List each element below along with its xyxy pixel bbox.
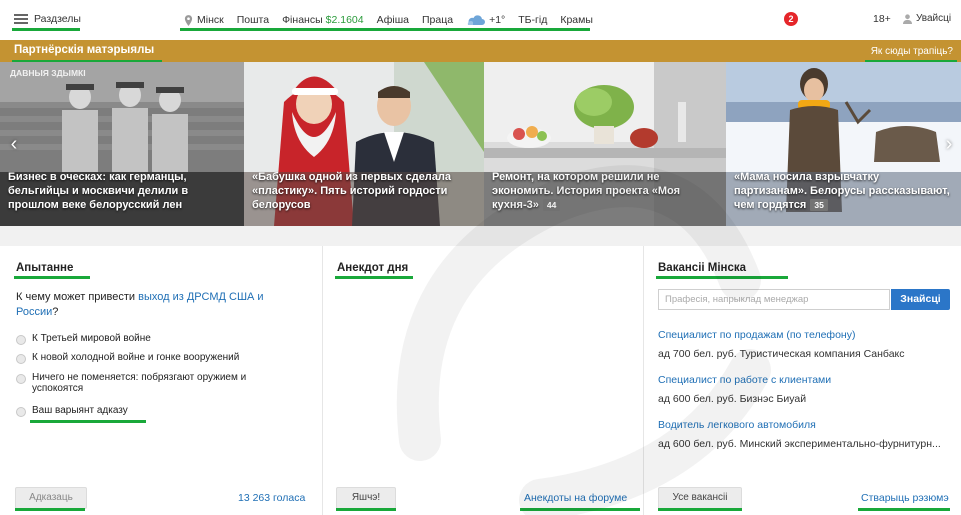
- jobs-title: Вакансіі Мінска: [658, 262, 747, 274]
- slide-2-caption-text: «Бабушка одной из первых сделала «пласти…: [252, 171, 452, 211]
- slide-3[interactable]: Ремонт, на котором решили не экономить. …: [484, 62, 726, 226]
- all-jobs-button[interactable]: Усе вакансіі: [658, 487, 742, 509]
- slide-1-caption: Бизнес в оческах: как германцы, бельгийц…: [8, 170, 234, 212]
- job-item-title[interactable]: Водитель легкового автомобиля: [658, 419, 816, 431]
- job-item-info: ад 700 бел. руб. Туристическая компания …: [658, 348, 905, 360]
- poll-option-label: К Третьей мировой войне: [32, 333, 151, 344]
- slide-4-caption: «Мама носила взрывчатку партизанам». Бел…: [734, 170, 951, 212]
- poll-option-underline: [30, 420, 146, 423]
- jobs-title-underline: [656, 276, 788, 279]
- poll-option-label: К новой холодной войне и гонке вооружени…: [32, 352, 240, 363]
- section-separator: [0, 226, 961, 246]
- create-resume-link[interactable]: Стварыць рэзюмэ: [861, 492, 949, 504]
- hamburger-icon: [14, 14, 28, 24]
- all-jobs-button-underline: [658, 508, 742, 511]
- slide-4-caption-text: «Мама носила взрывчатку партизанам». Бел…: [734, 171, 950, 211]
- job-search-button[interactable]: Знайсці: [891, 289, 950, 310]
- sections-menu-button[interactable]: Раздзелы: [14, 13, 81, 25]
- login-label: Увайсці: [916, 13, 952, 24]
- slide-1-top-text: ДАВНЫЯ ЗДЫМКІ: [10, 68, 86, 78]
- menu-underline: [12, 28, 80, 31]
- joke-title: Анекдот дня: [337, 262, 409, 274]
- nav-item-finance-label: Фінансы: [282, 14, 323, 26]
- slide-3-caption-text: Ремонт, на котором решили не экономить. …: [492, 171, 681, 211]
- radio-button[interactable]: [16, 335, 26, 345]
- slide-1[interactable]: ДАВНЫЯ ЗДЫМКІ Бизнес в оческах: как герм…: [0, 62, 244, 226]
- slider-prev-arrow-icon[interactable]: ‹: [6, 132, 22, 156]
- poll-title: Апытанне: [16, 262, 74, 274]
- job-item-title[interactable]: Специалист по продажам (по телефону): [658, 329, 855, 341]
- radio-button[interactable]: [16, 354, 26, 364]
- nav-item-city-label: Мінск: [197, 14, 224, 26]
- how-to-get-here-link[interactable]: Як сюды трапіць?: [871, 46, 953, 57]
- poll-question-suffix: ?: [52, 306, 59, 318]
- answer-button-underline: [15, 508, 85, 511]
- slide-2[interactable]: «Бабушка одной из первых сделала «пласти…: [244, 62, 484, 226]
- user-icon: [903, 13, 912, 24]
- jokes-forum-underline: [520, 508, 640, 511]
- nav-item-finance[interactable]: Фінансы $2.1604: [282, 14, 364, 26]
- nav-item-mail[interactable]: Пошта: [237, 14, 269, 26]
- nav-item-city[interactable]: Мінск: [184, 14, 224, 26]
- nav-item-shops[interactable]: Крамы: [560, 14, 593, 26]
- create-resume-underline: [858, 508, 950, 511]
- top-navigation: Мінск Пошта Фінансы $2.1604 Афіша Праца …: [184, 14, 606, 26]
- job-item-info: ад 600 бел. руб. Минский экспериментальн…: [658, 438, 941, 450]
- joke-title-underline: [335, 276, 413, 279]
- votes-count[interactable]: 13 263 голаса: [238, 492, 305, 504]
- slider-next-arrow-icon[interactable]: ›: [941, 132, 957, 156]
- nav-item-weather[interactable]: +1°: [466, 14, 505, 26]
- column-divider: [643, 246, 644, 515]
- slide-3-comments-badge: 44: [542, 199, 561, 211]
- nav-underline: [180, 28, 590, 31]
- jokes-forum-link[interactable]: Анекдоты на форуме: [524, 492, 627, 504]
- location-pin-icon: [184, 14, 193, 26]
- poll-question-prefix: К чему может привести: [16, 291, 139, 303]
- poll-option-2[interactable]: К новой холодной войне и гонке вооружени…: [16, 352, 239, 364]
- poll-option-label: Ваш варыянт адказу: [32, 405, 128, 416]
- poll-question: К чему может привести выход из ДРСМД США…: [16, 290, 306, 320]
- nav-item-weather-label: +1°: [489, 14, 506, 26]
- slide-3-caption: Ремонт, на котором решили не экономить. …: [492, 170, 716, 212]
- answer-button[interactable]: Адказаць: [15, 487, 87, 509]
- nav-item-tv[interactable]: ТБ-гід: [518, 14, 547, 26]
- more-joke-button[interactable]: Яшчэ!: [336, 487, 396, 509]
- poll-option-1[interactable]: К Третьей мировой войне: [16, 333, 151, 345]
- job-search-input[interactable]: [658, 289, 890, 310]
- job-item-info: ад 600 бел. руб. Бизнэс Биуай: [658, 393, 807, 405]
- currency-rate: $2.1604: [325, 14, 364, 26]
- radio-button[interactable]: [16, 374, 26, 384]
- top-bar: Раздзелы Мінск Пошта Фінансы $2.1604 Афі…: [0, 0, 961, 40]
- slide-4[interactable]: «Мама носила взрывчатку партизанам». Бел…: [726, 62, 961, 226]
- sections-menu-label: Раздзелы: [34, 13, 81, 25]
- slide-1-caption-text: Бизнес в оческах: как германцы, бельгийц…: [8, 171, 189, 211]
- poll-option-label: Ничего не поменяется: побрязгают оружием…: [32, 372, 247, 394]
- notification-badge[interactable]: 2: [784, 12, 798, 26]
- partner-materials-bar: Партнёрскія матэрыялы Як сюды трапіць?: [0, 40, 961, 62]
- job-item-title[interactable]: Специалист по работе с клиентами: [658, 374, 831, 386]
- weather-cloud-icon: [467, 14, 486, 25]
- nav-item-jobs[interactable]: Праца: [422, 14, 453, 26]
- poll-option-4[interactable]: Ваш варыянт адказу: [16, 405, 128, 417]
- nav-item-afisha[interactable]: Афіша: [377, 14, 409, 26]
- radio-button[interactable]: [16, 407, 26, 417]
- column-divider: [322, 246, 323, 515]
- slide-4-comments-badge: 35: [810, 199, 828, 211]
- partner-slider: ДАВНЫЯ ЗДЫМКІ Бизнес в оческах: как герм…: [0, 62, 961, 226]
- login-button[interactable]: Увайсці: [903, 13, 951, 24]
- poll-title-underline: [14, 276, 90, 279]
- more-joke-button-underline: [336, 508, 396, 511]
- partner-materials-title: Партнёрскія матэрыялы: [14, 44, 155, 56]
- age-rating-badge: 18+: [873, 13, 891, 25]
- slide-2-caption: «Бабушка одной из первых сделала «пласти…: [252, 170, 474, 212]
- poll-option-3[interactable]: Ничего не поменяется: побрязгают оружием…: [16, 372, 276, 394]
